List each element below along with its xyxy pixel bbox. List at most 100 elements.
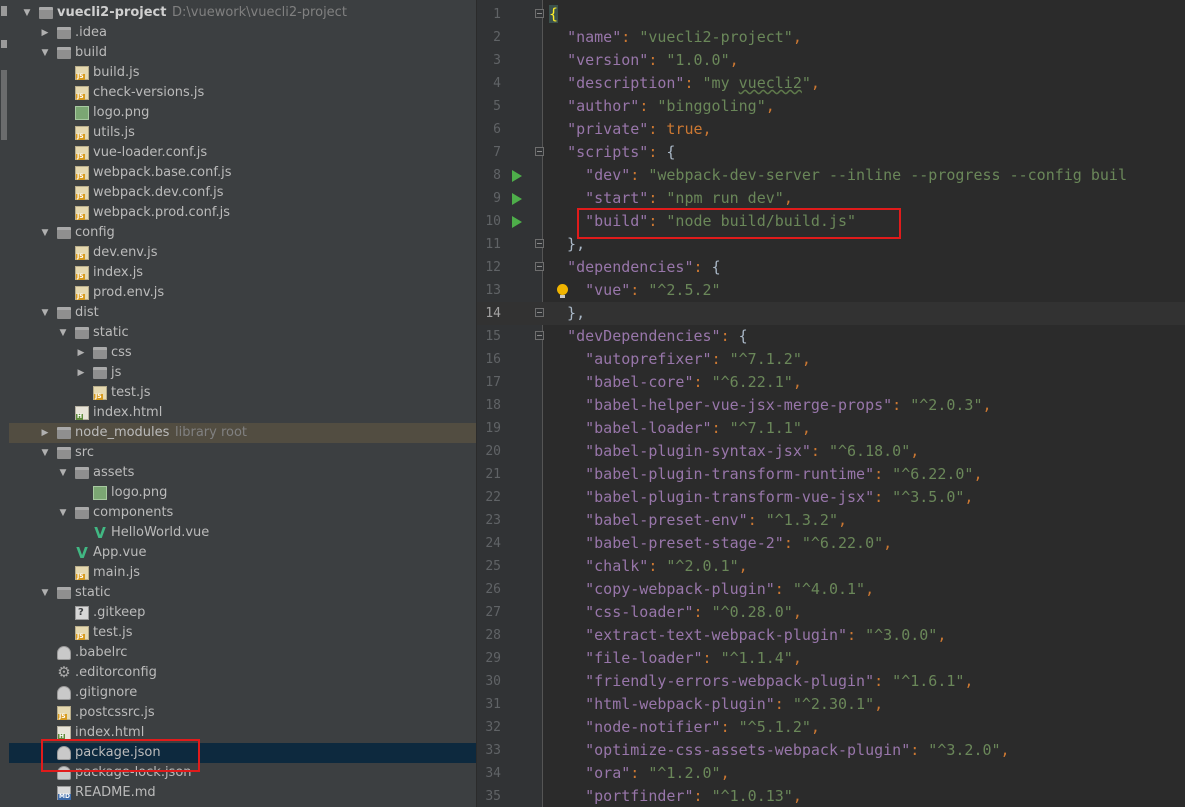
code-line[interactable]: 19 "babel-loader": "^7.1.1", <box>477 417 1185 440</box>
code-line[interactable]: 34 "ora": "^1.2.0", <box>477 762 1185 785</box>
collapse-arrow-icon[interactable]: ▼ <box>39 583 51 603</box>
code-line[interactable]: 35 "portfinder": "^1.0.13", <box>477 785 1185 807</box>
code-line[interactable]: 15 "devDependencies": { <box>477 325 1185 348</box>
code-line[interactable]: 23 "babel-preset-env": "^1.3.2", <box>477 509 1185 532</box>
code-line[interactable]: 2 "name": "vuecli2-project", <box>477 26 1185 49</box>
fold-marker-icon[interactable] <box>535 9 544 18</box>
tree-item[interactable]: ▼ components <box>9 503 476 523</box>
code-line[interactable]: 3 "version": "1.0.0", <box>477 49 1185 72</box>
code-line[interactable]: 1{ <box>477 3 1185 26</box>
collapse-arrow-icon[interactable]: ▼ <box>39 443 51 463</box>
tree-item[interactable]: ⚙ .editorconfig <box>9 663 476 683</box>
code-line[interactable]: 27 "css-loader": "^0.28.0", <box>477 601 1185 624</box>
tree-item[interactable]: README.md <box>9 783 476 803</box>
tree-item[interactable]: .gitkeep <box>9 603 476 623</box>
tree-item[interactable]: index.html <box>9 723 476 743</box>
code-line[interactable]: 10 "build": "node build/build.js" <box>477 210 1185 233</box>
tree-item[interactable]: ▼ static <box>9 323 476 343</box>
fold-marker-icon[interactable] <box>535 308 544 317</box>
expand-arrow-icon[interactable]: ▶ <box>75 343 87 363</box>
code-line[interactable]: 7 "scripts": { <box>477 141 1185 164</box>
tree-item[interactable]: webpack.dev.conf.js <box>9 183 476 203</box>
tree-item[interactable]: ▼ src <box>9 443 476 463</box>
tree-item[interactable]: index.html <box>9 403 476 423</box>
code-line[interactable]: 24 "babel-preset-stage-2": "^6.22.0", <box>477 532 1185 555</box>
tree-item[interactable]: .babelrc <box>9 643 476 663</box>
code-line[interactable]: 4 "description": "my vuecli2", <box>477 72 1185 95</box>
tree-item[interactable]: ▶ js <box>9 363 476 383</box>
code-line[interactable]: 17 "babel-core": "^6.22.1", <box>477 371 1185 394</box>
tree-item[interactable]: ▶ node_modules library root <box>9 423 476 443</box>
collapse-arrow-icon[interactable]: ▼ <box>39 223 51 243</box>
collapse-arrow-icon[interactable]: ▼ <box>39 303 51 323</box>
collapse-arrow-icon[interactable]: ▼ <box>57 503 69 523</box>
code-line[interactable]: 6 "private": true, <box>477 118 1185 141</box>
tree-item[interactable]: logo.png <box>9 483 476 503</box>
collapse-arrow-icon[interactable]: ▼ <box>57 463 69 483</box>
tree-item[interactable]: ▼ config <box>9 223 476 243</box>
expand-arrow-icon[interactable]: ▶ <box>39 23 51 43</box>
tree-item[interactable]: main.js <box>9 563 476 583</box>
tree-item[interactable]: check-versions.js <box>9 83 476 103</box>
code-line[interactable]: 9 "start": "npm run dev", <box>477 187 1185 210</box>
code-line[interactable]: 5 "author": "binggoling", <box>477 95 1185 118</box>
fold-marker-icon[interactable] <box>535 147 544 156</box>
code-line[interactable]: 22 "babel-plugin-transform-vue-jsx": "^3… <box>477 486 1185 509</box>
code-line[interactable]: 8 "dev": "webpack-dev-server --inline --… <box>477 164 1185 187</box>
code-line[interactable]: 31 "html-webpack-plugin": "^2.30.1", <box>477 693 1185 716</box>
tree-item[interactable]: .postcssrc.js <box>9 703 476 723</box>
tree-item[interactable]: package.json <box>9 743 476 763</box>
code-line[interactable]: 14 }, <box>477 302 1185 325</box>
tree-item[interactable]: ▼ dist <box>9 303 476 323</box>
code-line[interactable]: 30 "friendly-errors-webpack-plugin": "^1… <box>477 670 1185 693</box>
tree-item[interactable]: test.js <box>9 623 476 643</box>
tree-item[interactable]: index.js <box>9 263 476 283</box>
tree-item[interactable]: utils.js <box>9 123 476 143</box>
expand-arrow-icon[interactable]: ▶ <box>75 363 87 383</box>
fold-marker-icon[interactable] <box>535 331 544 340</box>
tree-item[interactable]: build.js <box>9 63 476 83</box>
code-line[interactable]: 25 "chalk": "^2.0.1", <box>477 555 1185 578</box>
code-line[interactable]: 29 "file-loader": "^1.1.4", <box>477 647 1185 670</box>
code-line[interactable]: 28 "extract-text-webpack-plugin": "^3.0.… <box>477 624 1185 647</box>
tree-item[interactable]: package-lock.json <box>9 763 476 783</box>
run-script-icon[interactable] <box>512 216 522 228</box>
tree-item[interactable]: webpack.prod.conf.js <box>9 203 476 223</box>
code-line[interactable]: 13 "vue": "^2.5.2" <box>477 279 1185 302</box>
code-line[interactable]: 33 "optimize-css-assets-webpack-plugin":… <box>477 739 1185 762</box>
tree-item[interactable]: ▼ vuecli2-project D:\vuework\vuecli2-proje… <box>9 3 476 23</box>
tree-item[interactable]: vue-loader.conf.js <box>9 143 476 163</box>
tree-item[interactable]: .gitignore <box>9 683 476 703</box>
tree-item[interactable]: ▼ static <box>9 583 476 603</box>
code-line[interactable]: 20 "babel-plugin-syntax-jsx": "^6.18.0", <box>477 440 1185 463</box>
tree-item[interactable]: logo.png <box>9 103 476 123</box>
code-line[interactable]: 18 "babel-helper-vue-jsx-merge-props": "… <box>477 394 1185 417</box>
run-script-icon[interactable] <box>512 170 522 182</box>
code-editor[interactable]: 1{2 "name": "vuecli2-project", 3 "version… <box>477 0 1185 807</box>
code-line[interactable]: 26 "copy-webpack-plugin": "^4.0.1", <box>477 578 1185 601</box>
tree-item[interactable]: test.js <box>9 383 476 403</box>
collapse-arrow-icon[interactable]: ▼ <box>39 43 51 63</box>
tool-window-button-project[interactable] <box>1 6 7 16</box>
fold-marker-icon[interactable] <box>535 239 544 248</box>
code-line[interactable]: 16 "autoprefixer": "^7.1.2", <box>477 348 1185 371</box>
collapse-arrow-icon[interactable]: ▼ <box>57 323 69 343</box>
tree-item[interactable]: ▼ assets <box>9 463 476 483</box>
tree-item[interactable]: V App.vue <box>9 543 476 563</box>
tree-item[interactable]: V HelloWorld.vue <box>9 523 476 543</box>
tree-item[interactable]: dev.env.js <box>9 243 476 263</box>
tree-item[interactable]: webpack.base.conf.js <box>9 163 476 183</box>
code-line[interactable]: 11 }, <box>477 233 1185 256</box>
tree-item[interactable]: prod.env.js <box>9 283 476 303</box>
expand-arrow-icon[interactable]: ▶ <box>39 423 51 443</box>
code-line[interactable]: 12 "dependencies": { <box>477 256 1185 279</box>
fold-marker-icon[interactable] <box>535 262 544 271</box>
code-line[interactable]: 21 "babel-plugin-transform-runtime": "^6… <box>477 463 1185 486</box>
tool-window-button-structure[interactable] <box>1 40 7 48</box>
tree-item[interactable]: ▼ build <box>9 43 476 63</box>
tree-item[interactable]: ▶ css <box>9 343 476 363</box>
tree-item[interactable]: ▶ .idea <box>9 23 476 43</box>
collapse-arrow-icon[interactable]: ▼ <box>21 3 33 23</box>
run-script-icon[interactable] <box>512 193 522 205</box>
code-line[interactable]: 32 "node-notifier": "^5.1.2", <box>477 716 1185 739</box>
